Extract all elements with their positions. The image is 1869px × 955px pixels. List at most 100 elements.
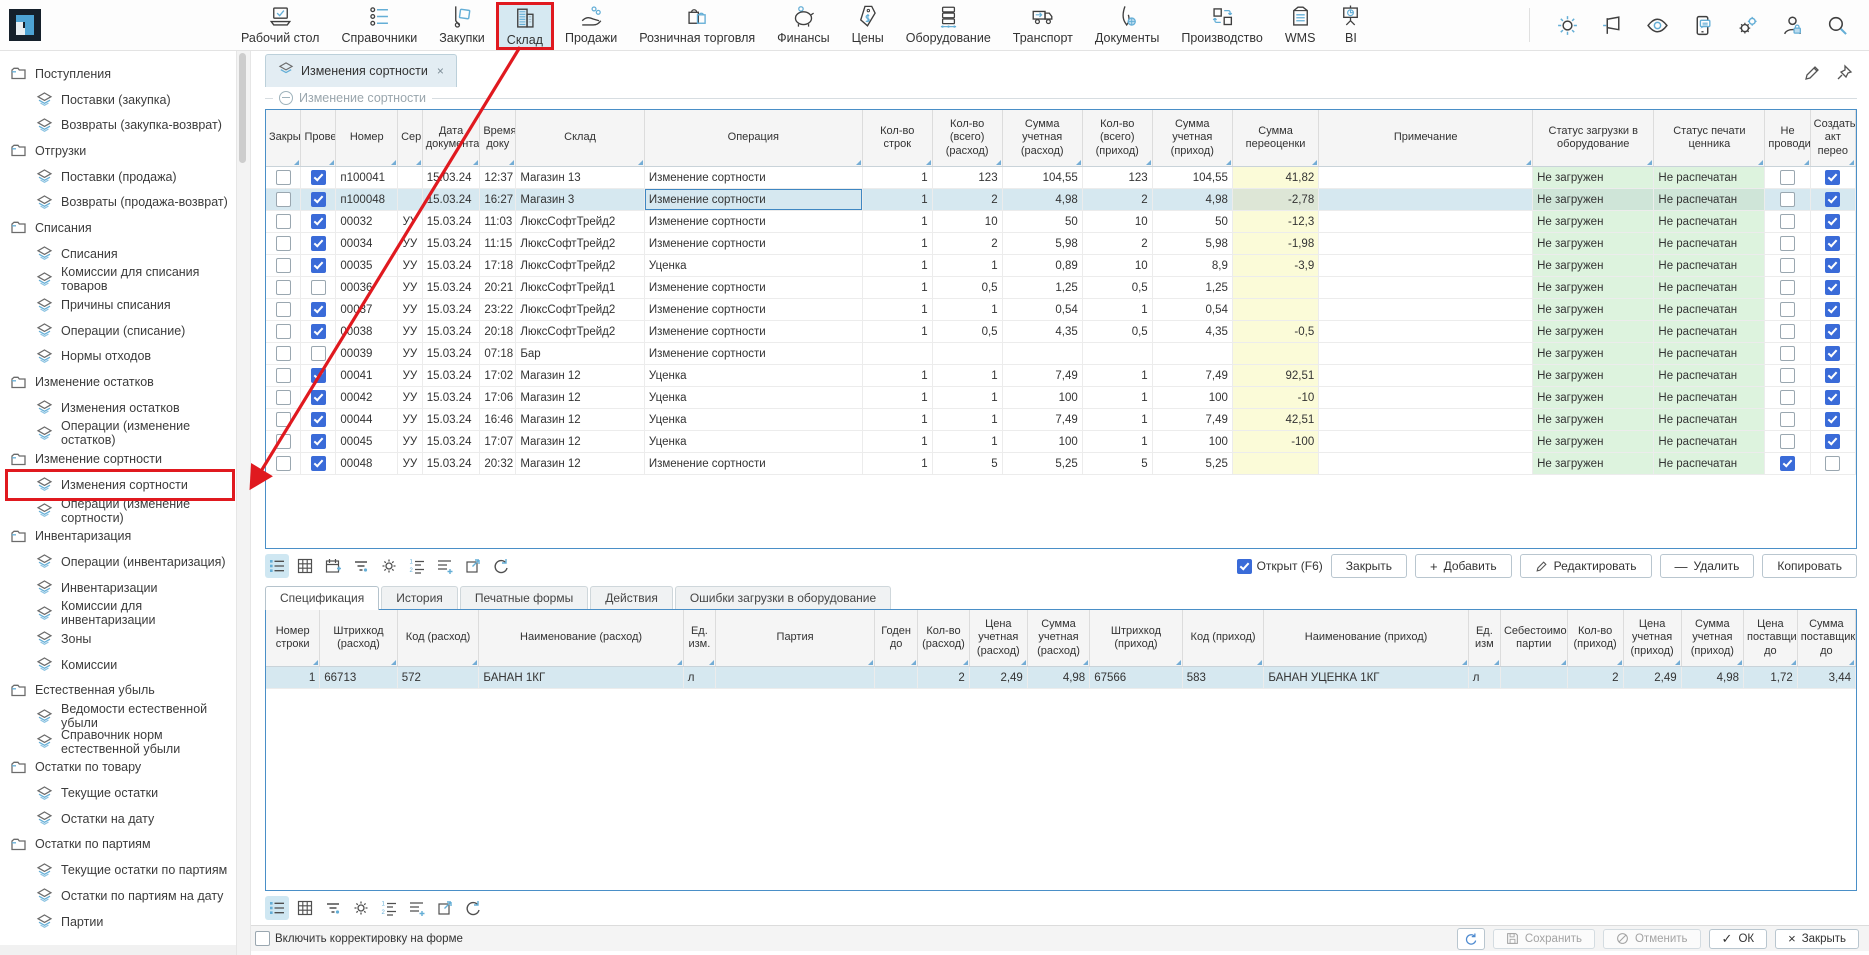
column-header[interactable]: Кол-во строк <box>862 110 932 167</box>
copy-button[interactable]: Копировать <box>1762 554 1857 578</box>
form-adjust-checkbox-box[interactable] <box>255 931 270 946</box>
table-row[interactable]: 00041 УУ 15.03.24 17:02 Магазин 12 Уценк… <box>266 365 1856 387</box>
posted-checkbox[interactable] <box>311 214 326 229</box>
table-row[interactable]: 00032 УУ 15.03.24 11:03 ЛюксСофтТрейд2 И… <box>266 211 1856 233</box>
export-icon[interactable] <box>433 896 457 920</box>
column-header[interactable]: Партия <box>715 610 874 667</box>
close-document-button[interactable]: Закрыть <box>1331 554 1407 578</box>
posted-checkbox[interactable] <box>311 302 326 317</box>
open-f6-checkbox[interactable]: Открыт (F6) <box>1237 559 1323 574</box>
edit-button[interactable]: Редактировать <box>1520 554 1652 578</box>
create-act-checkbox[interactable] <box>1825 192 1840 207</box>
closed-checkbox[interactable] <box>276 258 291 273</box>
module-wms[interactable]: WMS <box>1274 1 1327 47</box>
module-references[interactable]: Справочники <box>330 1 428 47</box>
sidebar-item[interactable]: Комиссии для списания товаров <box>0 267 236 293</box>
posted-checkbox[interactable] <box>311 434 326 449</box>
sidebar-item[interactable]: Изменения остатков <box>0 395 236 421</box>
tab-print-forms[interactable]: Печатные формы <box>460 586 588 609</box>
table-row[interactable]: 00048 УУ 15.03.24 20:32 Магазин 12 Измен… <box>266 453 1856 475</box>
closed-checkbox[interactable] <box>276 280 291 295</box>
module-purchases[interactable]: Закупки <box>428 1 496 47</box>
sidebar-item[interactable]: Поставки (продажа) <box>0 164 236 190</box>
no-post-checkbox[interactable] <box>1780 390 1795 405</box>
column-header[interactable]: Код (расход) <box>397 610 479 667</box>
no-post-checkbox[interactable] <box>1780 214 1795 229</box>
brightness-icon[interactable] <box>1556 14 1579 37</box>
refresh-icon[interactable] <box>461 896 485 920</box>
sidebar-item[interactable]: Отгрузки <box>0 138 236 164</box>
form-adjust-checkbox[interactable]: Включить корректировку на форме <box>255 931 463 946</box>
column-header[interactable]: Код (приход) <box>1182 610 1264 667</box>
no-post-checkbox[interactable] <box>1780 456 1795 471</box>
sidebar-item[interactable]: Списания <box>0 241 236 267</box>
no-post-checkbox[interactable] <box>1780 236 1795 251</box>
column-header[interactable]: Сумма учетная (расход) <box>1002 110 1082 167</box>
filter-icon[interactable] <box>321 896 345 920</box>
sidebar-item[interactable]: Списания <box>0 215 236 241</box>
no-post-checkbox[interactable] <box>1780 192 1795 207</box>
sidebar-item[interactable]: Естественная убыль <box>0 678 236 704</box>
posted-checkbox[interactable] <box>311 346 326 361</box>
create-act-checkbox[interactable] <box>1825 346 1840 361</box>
list-view-icon[interactable] <box>265 554 289 578</box>
table-row[interactable]: 00034 УУ 15.03.24 11:15 ЛюксСофтТрейд2 И… <box>266 233 1856 255</box>
posted-checkbox[interactable] <box>311 280 326 295</box>
sidebar-item[interactable]: Справочник норм естественной убыли <box>0 729 236 755</box>
column-header[interactable]: Статус печати ценника <box>1654 110 1765 167</box>
closed-checkbox[interactable] <box>276 170 291 185</box>
column-header[interactable]: Сумма учетная (приход) <box>1681 610 1743 667</box>
module-desktop[interactable]: Рабочий стол <box>230 1 330 47</box>
settings-gear-icon[interactable] <box>377 554 401 578</box>
settings-gear-icon[interactable] <box>349 896 373 920</box>
column-header[interactable]: Себестоимость партии <box>1500 610 1567 667</box>
closed-checkbox[interactable] <box>276 346 291 361</box>
table-row[interactable]: 00042 УУ 15.03.24 17:06 Магазин 12 Уценк… <box>266 387 1856 409</box>
column-header[interactable]: Ед. изм <box>1468 610 1500 667</box>
table-row[interactable]: п100048 15.03.24 16:27 Магазин 3 Изменен… <box>266 189 1856 211</box>
tab-specification[interactable]: Спецификация <box>265 586 379 610</box>
closed-checkbox[interactable] <box>276 456 291 471</box>
posted-checkbox[interactable] <box>311 170 326 185</box>
open-f6-checkbox-box[interactable] <box>1237 559 1252 574</box>
filter-icon[interactable] <box>349 554 373 578</box>
ok-button[interactable]: ✓ОК <box>1709 929 1768 949</box>
no-post-checkbox[interactable] <box>1780 412 1795 427</box>
column-header[interactable]: Сумма учетная (расход) <box>1027 610 1089 667</box>
scrollbar-thumb[interactable] <box>239 53 246 163</box>
column-header[interactable]: Примечание <box>1319 110 1533 167</box>
close-button[interactable]: ×Закрыть <box>1775 929 1859 949</box>
module-documents[interactable]: Документы <box>1084 1 1170 47</box>
sidebar-item[interactable]: Поставки (закупка) <box>0 87 236 113</box>
sidebar-item[interactable]: Операции (изменение остатков) <box>0 421 236 447</box>
column-header[interactable]: Годен до <box>875 610 918 667</box>
module-warehouse[interactable]: Склад <box>496 2 554 50</box>
table-row[interactable]: 00035 УУ 15.03.24 17:18 ЛюксСофтТрейд2 У… <box>266 255 1856 277</box>
column-header[interactable]: Цена поставщика до <box>1744 610 1798 667</box>
search-icon[interactable] <box>1826 14 1849 37</box>
create-act-checkbox[interactable] <box>1825 302 1840 317</box>
tab-sort-changes[interactable]: Изменения сортности × <box>265 54 457 87</box>
posted-checkbox[interactable] <box>311 236 326 251</box>
sidebar-item[interactable]: Изменение остатков <box>0 369 236 395</box>
column-header[interactable]: Наименование (расход) <box>479 610 683 667</box>
column-header[interactable]: Цена учетная (приход) <box>1623 610 1681 667</box>
no-post-checkbox[interactable] <box>1780 324 1795 339</box>
column-header[interactable]: Ед. изм. <box>683 610 715 667</box>
column-header[interactable]: Проведен <box>301 110 336 167</box>
create-act-checkbox[interactable] <box>1825 236 1840 251</box>
no-post-checkbox[interactable] <box>1780 434 1795 449</box>
user-lock-icon[interactable] <box>1781 14 1804 37</box>
phone-message-icon[interactable] <box>1691 14 1714 37</box>
column-header[interactable]: Склад <box>516 110 645 167</box>
module-finance[interactable]: Финансы <box>766 1 840 47</box>
posted-checkbox[interactable] <box>311 412 326 427</box>
sidebar-item[interactable]: Ведомости естественной убыли <box>0 703 236 729</box>
no-post-checkbox[interactable] <box>1780 258 1795 273</box>
closed-checkbox[interactable] <box>276 302 291 317</box>
refresh-button[interactable] <box>1457 928 1485 950</box>
column-header[interactable]: Не проводить <box>1765 110 1810 167</box>
table-row[interactable]: 00036 УУ 15.03.24 20:21 ЛюксСофтТрейд1 И… <box>266 277 1856 299</box>
sidebar-item[interactable]: Комиссии для инвентаризации <box>0 600 236 626</box>
column-header[interactable]: Сумма поставщика до <box>1797 610 1855 667</box>
